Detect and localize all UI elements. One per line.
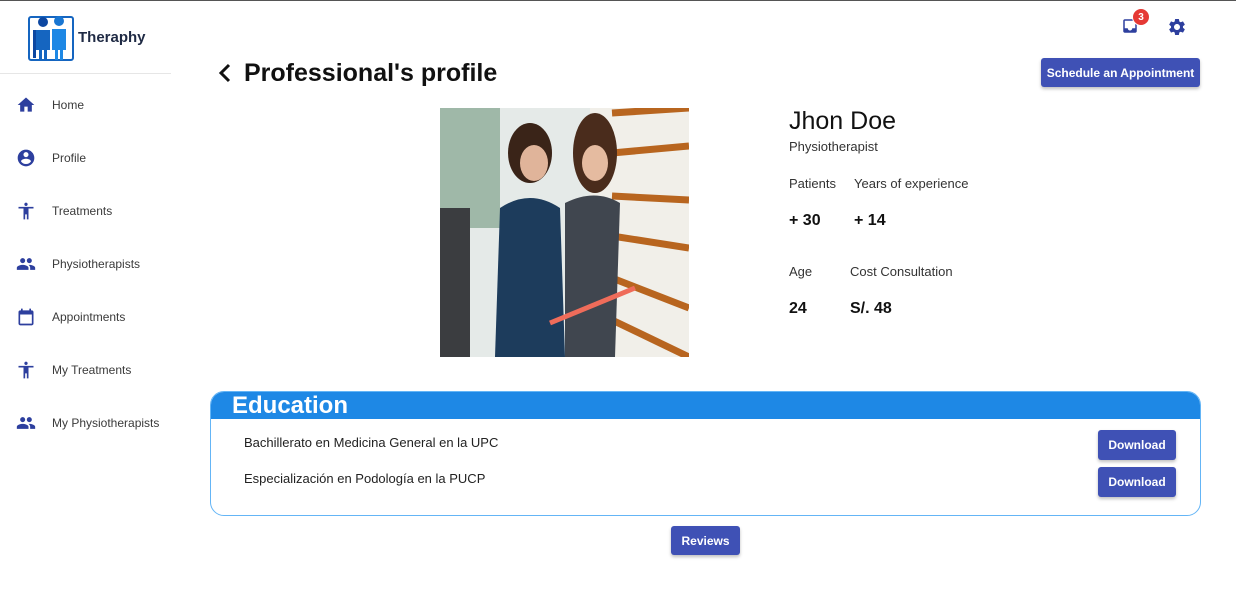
sidebar-item-treatments[interactable]: Treatments (0, 184, 171, 237)
sidebar-item-home[interactable]: Home (0, 78, 171, 131)
top-border (0, 0, 1236, 1)
calendar-icon (16, 307, 36, 327)
experience-label: Years of experience (854, 176, 969, 191)
sidebar-item-label: Home (52, 97, 85, 112)
cost-value: S/. 48 (850, 300, 892, 317)
professional-name: Jhon Doe (789, 107, 897, 135)
patients-value: + 30 (789, 212, 821, 229)
education-item: Especialización en Podología en la PUCP (244, 471, 486, 486)
gear-icon (1169, 18, 1185, 35)
education-title: Education (232, 392, 349, 419)
back-button[interactable] (214, 60, 236, 86)
brand[interactable]: Theraphy (0, 1, 171, 74)
age-value: 24 (789, 300, 807, 317)
experience-value: + 14 (854, 212, 886, 229)
sidebar-item-label: My Physiotherapists (52, 415, 160, 430)
sidebar-item-my-treatments[interactable]: My Treatments (0, 343, 171, 396)
home-icon (16, 95, 36, 115)
page-title: Professional's profile (244, 59, 498, 87)
sidebar-item-appointments[interactable]: Appointments (0, 290, 171, 343)
education-card: Education Bachillerato en Medicina Gener… (210, 391, 1201, 516)
settings-button[interactable] (1167, 17, 1187, 37)
app-name: Theraphy (78, 28, 146, 46)
sidebar-item-my-physiotherapists[interactable]: My Physiotherapists (0, 396, 171, 449)
download-button[interactable]: Download (1098, 467, 1176, 497)
sidebar-item-profile[interactable]: Profile (0, 131, 171, 184)
education-item: Bachillerato en Medicina General en la U… (244, 435, 499, 450)
people-icon (16, 413, 36, 433)
sidebar-item-label: My Treatments (52, 362, 132, 377)
schedule-appointment-button[interactable]: Schedule an Appointment (1041, 58, 1200, 87)
age-label: Age (789, 264, 813, 279)
reviews-button[interactable]: Reviews (671, 526, 740, 555)
sidebar-nav: Home Profile Treatments Physiotherapists… (0, 78, 171, 449)
accessibility-icon (16, 360, 36, 380)
sidebar-item-label: Physiotherapists (52, 256, 141, 271)
download-button[interactable]: Download (1098, 430, 1176, 460)
professional-role: Physiotherapist (789, 139, 878, 154)
cost-label: Cost Consultation (850, 264, 953, 279)
notification-badge: 3 (1132, 8, 1150, 26)
profile-photo (440, 108, 689, 357)
sidebar-item-label: Profile (52, 150, 87, 165)
accessibility-icon (16, 201, 36, 221)
sidebar: Theraphy Home Profile Treatments Physiot… (0, 1, 171, 594)
logo-icon (28, 16, 74, 61)
sidebar-item-label: Treatments (52, 203, 113, 218)
education-header (211, 392, 1200, 419)
chevron-left-icon (218, 63, 231, 83)
people-icon (16, 254, 36, 274)
account-circle-icon (16, 148, 36, 168)
sidebar-item-label: Appointments (52, 309, 126, 324)
patients-label: Patients (789, 176, 836, 191)
sidebar-item-physiotherapists[interactable]: Physiotherapists (0, 237, 171, 290)
